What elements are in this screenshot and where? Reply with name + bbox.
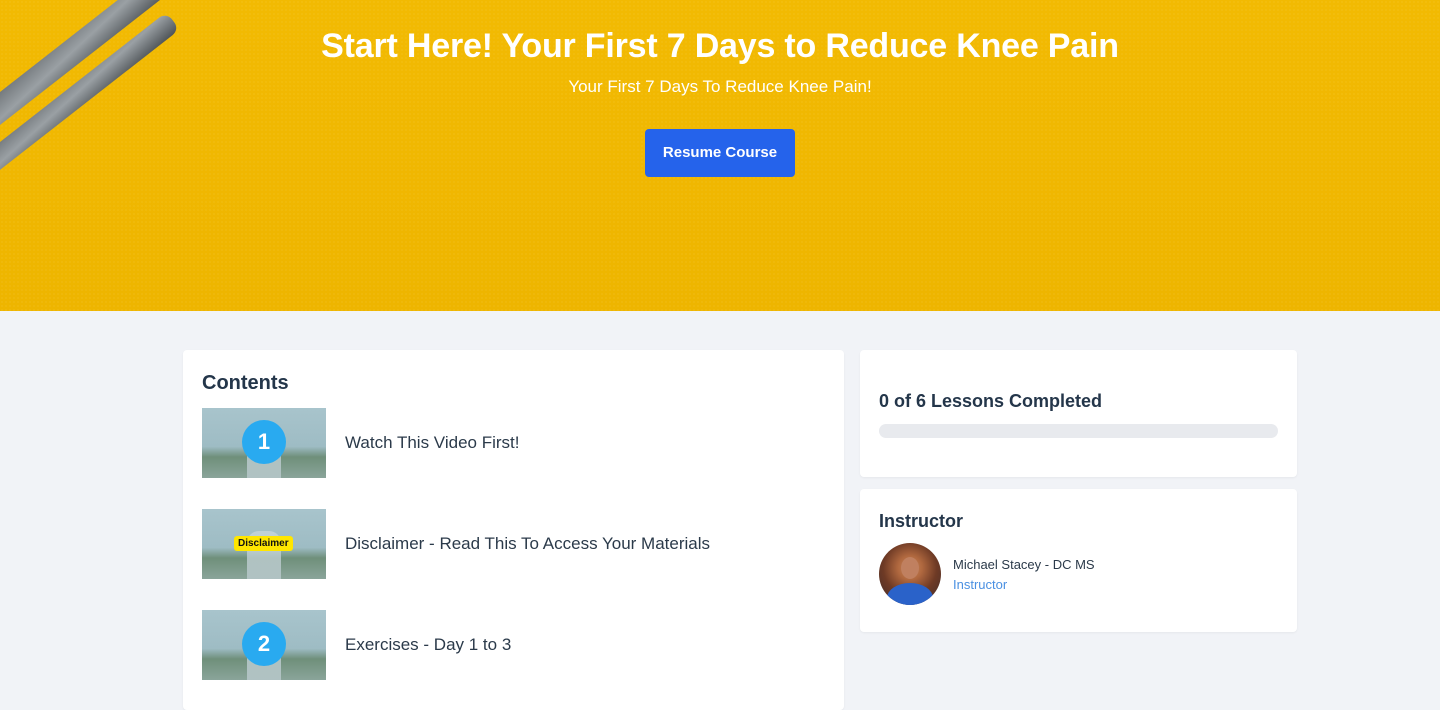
instructor-row: Michael Stacey - DC MS Instructor xyxy=(879,543,1278,605)
instructor-name: Michael Stacey - DC MS xyxy=(953,556,1095,572)
instructor-info: Michael Stacey - DC MS Instructor xyxy=(953,557,1095,592)
progress-bar xyxy=(879,424,1278,438)
lesson-number-badge: 1 xyxy=(242,420,286,464)
lesson-item[interactable]: 2 Exercises - Day 1 to 3 xyxy=(202,610,825,680)
lesson-title[interactable]: Disclaimer - Read This To Access Your Ma… xyxy=(345,534,710,554)
instructor-avatar xyxy=(879,543,941,605)
lesson-number-badge: 2 xyxy=(242,622,286,666)
contents-card: Contents 1 Watch This Video First! Discl… xyxy=(183,350,844,710)
lesson-title[interactable]: Watch This Video First! xyxy=(345,433,519,453)
lesson-thumbnail[interactable]: 1 xyxy=(202,408,326,478)
course-title: Start Here! Your First 7 Days to Reduce … xyxy=(321,27,1119,65)
contents-heading: Contents xyxy=(202,372,289,394)
lesson-title[interactable]: Exercises - Day 1 to 3 xyxy=(345,635,511,655)
instructor-card: Instructor Michael Stacey - DC MS Instru… xyxy=(860,489,1297,632)
disclaimer-badge: Disclaimer xyxy=(234,536,293,551)
progress-card: 0 of 6 Lessons Completed xyxy=(860,350,1297,477)
lesson-thumbnail[interactable]: 2 xyxy=(202,610,326,680)
course-hero: Start Here! Your First 7 Days to Reduce … xyxy=(0,0,1440,311)
resume-course-button[interactable]: Resume Course xyxy=(645,129,795,177)
lesson-item[interactable]: 1 Watch This Video First! xyxy=(202,408,825,478)
instructor-heading: Instructor xyxy=(879,511,964,531)
avatar-shirt xyxy=(887,583,933,605)
lesson-thumbnail[interactable]: Disclaimer xyxy=(202,509,326,579)
progress-label: 0 of 6 Lessons Completed xyxy=(879,391,1103,411)
lesson-item[interactable]: Disclaimer Disclaimer - Read This To Acc… xyxy=(202,509,825,579)
avatar-face xyxy=(901,557,919,579)
course-subtitle: Your First 7 Days To Reduce Knee Pain! xyxy=(568,77,872,96)
instructor-role: Instructor xyxy=(953,576,1008,592)
